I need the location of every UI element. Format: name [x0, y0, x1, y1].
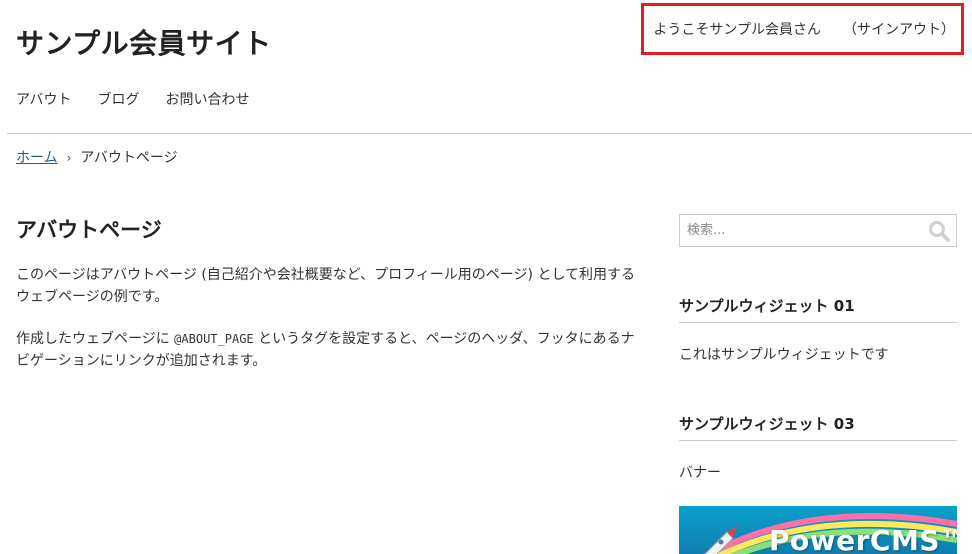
widget-01-text: これはサンプルウィジェットです	[679, 347, 889, 363]
tag-paragraph-before: 作成したウェブページに	[16, 331, 175, 347]
nav-item-about[interactable]: アバウト	[16, 89, 71, 109]
nav-item-blog[interactable]: ブログ	[97, 89, 139, 109]
welcome-message: ようこそサンプル会員さん	[653, 22, 821, 38]
breadcrumb: ホーム › アバウトページ	[16, 147, 178, 167]
header-divider	[7, 133, 972, 134]
breadcrumb-current: アバウトページ	[80, 150, 178, 166]
user-status-box: ようこそサンプル会員さん （サインアウト）	[641, 3, 964, 55]
search-icon[interactable]	[928, 220, 950, 242]
intro-paragraph: このページはアバウトページ (自己紹介や会社概要など、プロフィール用のページ) …	[16, 267, 636, 305]
powercms-banner[interactable]: PowerCMS™	[679, 506, 957, 554]
widget-03-text: バナー	[679, 465, 721, 481]
breadcrumb-separator: ›	[66, 151, 72, 165]
signout-link[interactable]: （サインアウト）	[843, 19, 955, 39]
search-box	[679, 214, 957, 247]
main-content: アバウトページ このページはアバウトページ (自己紹介や会社概要など、プロフィー…	[16, 214, 646, 392]
banner-text: PowerCMS™	[769, 524, 957, 554]
global-nav: アバウト ブログ お問い合わせ	[16, 89, 249, 109]
breadcrumb-home-link[interactable]: ホーム	[16, 150, 58, 166]
nav-item-contact[interactable]: お問い合わせ	[165, 89, 249, 109]
page: サンプル会員サイト ようこそサンプル会員さん （サインアウト） アバウト ブログ…	[0, 0, 972, 554]
tag-paragraph: 作成したウェブページに @ABOUT_PAGE というタグを設定すると、ページの…	[16, 328, 646, 372]
page-title: アバウトページ	[16, 218, 162, 242]
search-input[interactable]	[680, 215, 920, 246]
site-title[interactable]: サンプル会員サイト	[16, 22, 272, 62]
widget-03-title: サンプルウィジェット 03	[679, 413, 957, 441]
widget-01-title: サンプルウィジェット 01	[679, 295, 957, 323]
tag-code: @ABOUT_PAGE	[174, 332, 254, 346]
